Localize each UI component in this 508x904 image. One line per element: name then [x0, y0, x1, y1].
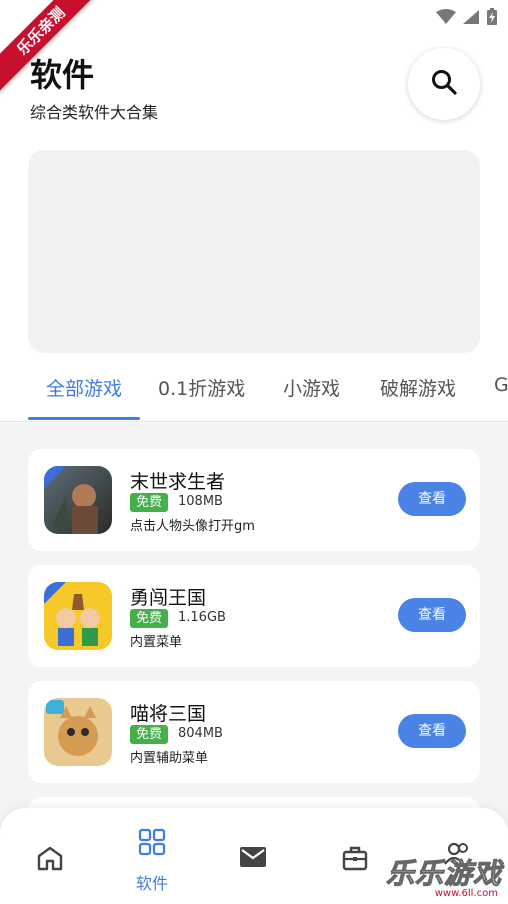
- free-badge: 免费: [130, 493, 169, 512]
- app-description: 内置菜单: [130, 635, 183, 650]
- tab-mini-games[interactable]: 小游戏: [283, 374, 340, 401]
- free-badge: 免费: [130, 725, 169, 744]
- view-button[interactable]: 查看: [398, 598, 466, 632]
- wifi-icon: [436, 9, 456, 29]
- toolbox-icon: [341, 844, 369, 876]
- app-description: 内置辅助菜单: [130, 751, 209, 766]
- app-name: 末世求生者: [130, 471, 226, 493]
- list-item[interactable]: 末世求生者 免费 108MB 点击人物头像打开gm 查看: [28, 449, 480, 551]
- tab-overflow[interactable]: G: [494, 374, 508, 396]
- nav-home[interactable]: [20, 828, 80, 888]
- nav-messages[interactable]: [224, 828, 284, 888]
- tab-discount-games[interactable]: 0.1折游戏: [158, 374, 245, 401]
- signal-icon: [462, 9, 480, 29]
- view-button[interactable]: 查看: [398, 714, 466, 748]
- nav-tools[interactable]: [326, 828, 386, 888]
- list-item[interactable]: 勇闯王国 免费 1.16GB 内置菜单 查看: [28, 565, 480, 667]
- tab-indicator: [28, 417, 140, 420]
- tab-cracked-games[interactable]: 破解游戏: [380, 374, 456, 401]
- page-title: 软件: [30, 56, 95, 94]
- page-subtitle: 综合类软件大合集: [30, 103, 159, 122]
- search-button[interactable]: [408, 48, 480, 120]
- app-description: 点击人物头像打开gm: [130, 519, 255, 534]
- watermark: 乐乐游戏 www.6ll.com: [385, 848, 508, 904]
- watermark-text: 乐乐游戏: [385, 857, 502, 891]
- apps-grid-icon: [138, 828, 166, 860]
- watermark-url: www.6ll.com: [434, 888, 498, 899]
- nav-software[interactable]: 软件: [122, 828, 182, 893]
- free-badge: 免费: [130, 609, 169, 628]
- app-icon: [44, 698, 112, 766]
- app-size: 108MB: [178, 494, 223, 509]
- category-tabs: 全部游戏 0.1折游戏 小游戏 破解游戏 G: [0, 366, 508, 422]
- app-icon: [44, 582, 112, 650]
- list-item[interactable]: 喵将三国 免费 804MB 内置辅助菜单 查看: [28, 681, 480, 783]
- view-button[interactable]: 查看: [398, 482, 466, 516]
- search-icon: [430, 68, 458, 100]
- battery-charging-icon: [486, 8, 498, 30]
- app-size: 1.16GB: [178, 610, 226, 625]
- mail-icon: [238, 844, 268, 874]
- tab-all-games[interactable]: 全部游戏: [46, 374, 122, 401]
- app-size: 804MB: [178, 726, 223, 741]
- banner[interactable]: [28, 150, 480, 353]
- app-name: 喵将三国: [130, 703, 207, 725]
- app-name: 勇闯王国: [130, 587, 207, 609]
- status-icons: [436, 8, 498, 30]
- nav-software-label: 软件: [135, 874, 168, 893]
- app-icon: [44, 466, 112, 534]
- home-icon: [36, 844, 64, 876]
